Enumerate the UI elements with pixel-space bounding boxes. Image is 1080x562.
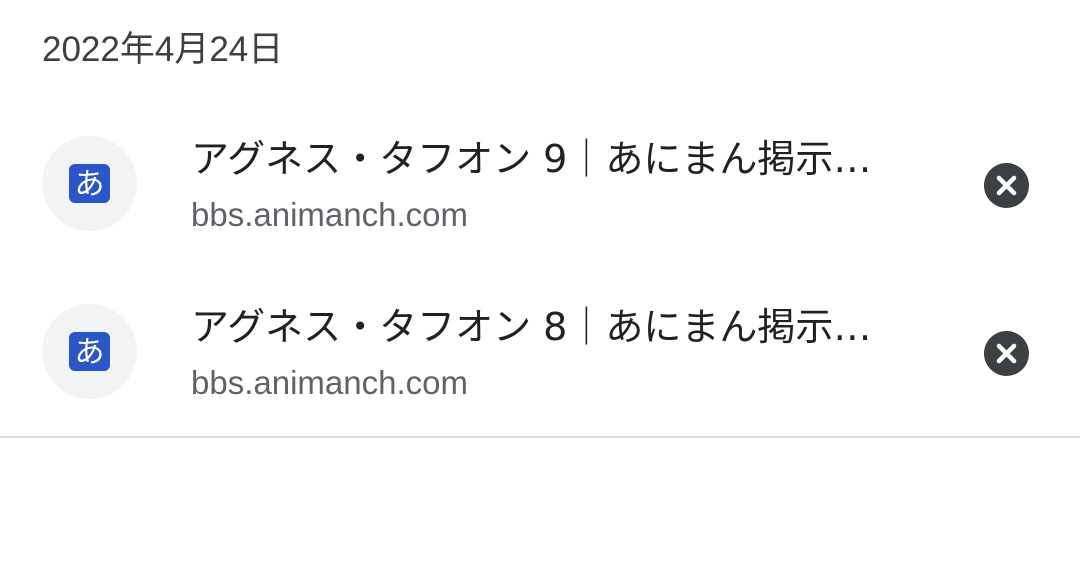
animanch-favicon-icon: あ [69, 332, 110, 371]
history-item[interactable]: あ アグネス・タフオン 8｜あにまん掲示… bbs.animanch.com [0, 272, 1080, 432]
history-date-header: 2022年4月24日 [42, 30, 284, 69]
favicon-glyph: あ [75, 335, 105, 370]
close-icon [996, 343, 1017, 364]
history-item-title[interactable]: アグネス・タフオン 8｜あにまん掲示… [191, 302, 931, 352]
section-divider [0, 436, 1080, 438]
remove-history-item-button[interactable] [984, 331, 1029, 376]
remove-history-item-button[interactable] [984, 163, 1029, 208]
history-item-url: bbs.animanch.com [191, 196, 468, 233]
history-item[interactable]: あ アグネス・タフオン 9｜あにまん掲示… bbs.animanch.com [0, 104, 1080, 264]
favicon-circle: あ [42, 304, 137, 399]
history-item-title[interactable]: アグネス・タフオン 9｜あにまん掲示… [191, 134, 931, 184]
animanch-favicon-icon: あ [69, 164, 110, 203]
favicon-circle: あ [42, 136, 137, 231]
favicon-glyph: あ [75, 167, 105, 202]
close-icon [996, 175, 1017, 196]
history-item-url: bbs.animanch.com [191, 364, 468, 401]
